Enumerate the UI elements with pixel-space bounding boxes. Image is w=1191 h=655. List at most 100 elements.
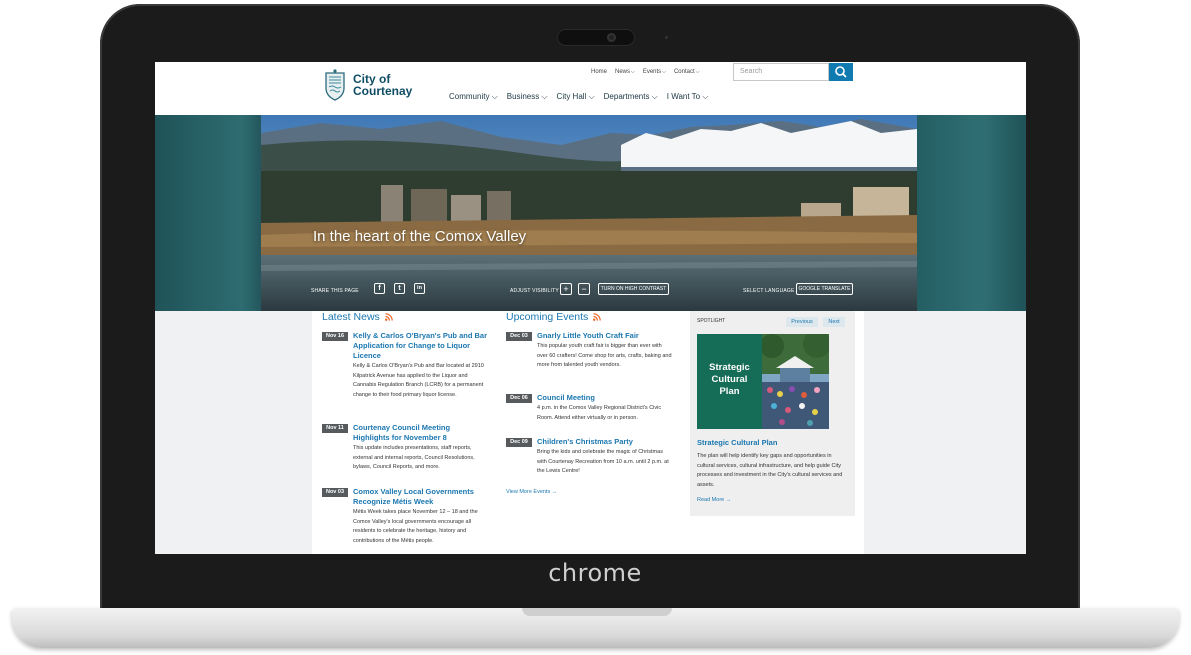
event-title[interactable]: Children's Christmas Party: [537, 437, 672, 447]
utility-nav-news[interactable]: News⌵: [615, 69, 635, 75]
date-badge: Dec 06: [506, 394, 532, 403]
news-title[interactable]: Comox Valley Local Governments Recognize…: [353, 487, 488, 507]
laptop-base: [12, 608, 1179, 648]
chevron-down-icon: ⌵: [695, 69, 700, 75]
main-nav-city-hall[interactable]: City Hall ⌵: [557, 92, 595, 102]
rss-icon[interactable]: [593, 313, 602, 321]
increase-text-button[interactable]: +: [560, 283, 572, 295]
chevron-down-icon: ⌵: [702, 92, 709, 101]
city-crest-icon: [323, 69, 347, 101]
webcam-indicator: [665, 36, 668, 39]
main-nav-departments[interactable]: Departments ⌵: [604, 92, 658, 102]
date-badge: Dec 03: [506, 332, 532, 341]
main-nav-community-label: Community: [449, 92, 490, 101]
view-more-events-link[interactable]: View More Events →: [506, 489, 557, 495]
date-badge: Dec 09: [506, 438, 532, 447]
main-nav-business-label: Business: [506, 92, 540, 101]
date-badge: Nov 11: [322, 424, 348, 433]
utility-nav-news-label: News: [615, 69, 631, 75]
main-nav-i-want-to-label: I Want To: [666, 92, 701, 101]
utility-nav-contact-label: Contact: [673, 69, 695, 75]
site-header: City of Courtenay Home News⌵ Events⌵ Con…: [155, 62, 1026, 115]
facebook-icon[interactable]: f: [374, 283, 385, 294]
main-content: Latest News Nov 16 Kelly & Carlos O'Brya…: [312, 311, 864, 554]
event-summary: 4 p.m. in the Comox Valley Regional Dist…: [537, 405, 662, 421]
high-contrast-button[interactable]: TURN ON HIGH CONTRAST: [598, 283, 669, 295]
spotlight-previous-button[interactable]: Previous: [786, 317, 818, 327]
event-item[interactable]: Dec 06 Council Meeting 4 p.m. in the Com…: [506, 393, 672, 423]
news-summary: Kelly & Carlos O'Bryan's Pub and Bar loc…: [353, 363, 484, 398]
crowd-photo: [762, 334, 829, 429]
utility-nav: Home News⌵ Events⌵ Contact⌵: [591, 69, 699, 75]
event-title[interactable]: Gnarly Little Youth Craft Fair: [537, 331, 672, 341]
main-nav-departments-label: Departments: [603, 92, 650, 101]
browser-screen: City of Courtenay Home News⌵ Events⌵ Con…: [155, 62, 1026, 554]
spotlight-image[interactable]: Strategic Cultural Plan: [697, 334, 829, 429]
event-summary: Bring the kids and celebrate the magic o…: [537, 449, 669, 474]
utility-nav-events-label: Events: [642, 69, 662, 75]
search-button[interactable]: [829, 63, 853, 81]
site-logo[interactable]: City of Courtenay: [323, 69, 412, 101]
main-nav: Community ⌵ Business ⌵ City Hall ⌵ Depar…: [449, 92, 708, 102]
news-item[interactable]: Nov 11 Courtenay Council Meeting Highlig…: [322, 423, 488, 473]
news-summary: Métis Week takes place November 12 – 18 …: [353, 509, 478, 544]
chevron-down-icon: ⌵: [541, 92, 548, 101]
chevron-down-icon: ⌵: [491, 92, 498, 101]
chevron-down-icon: ⌵: [631, 69, 635, 75]
visibility-label: ADJUST VISIBILITY: [510, 288, 559, 294]
event-item[interactable]: Dec 03 Gnarly Little Youth Craft Fair Th…: [506, 331, 672, 371]
spotlight-description: The plan will help identify key gaps and…: [697, 453, 843, 488]
news-title[interactable]: Kelly & Carlos O'Bryan's Pub and Bar App…: [353, 331, 488, 361]
event-title[interactable]: Council Meeting: [537, 393, 672, 403]
utility-nav-contact[interactable]: Contact⌵: [674, 69, 699, 75]
news-item[interactable]: Nov 16 Kelly & Carlos O'Bryan's Pub and …: [322, 331, 488, 400]
event-summary: This popular youth craft fair is bigger …: [537, 343, 672, 368]
spotlight-title[interactable]: Strategic Cultural Plan: [697, 438, 777, 447]
spotlight-image-text-line: Cultural: [711, 374, 748, 385]
main-nav-business[interactable]: Business ⌵: [507, 92, 548, 102]
spotlight-image-text-line: Plan: [719, 386, 740, 397]
laptop-brand-label: chrome: [548, 559, 642, 587]
decrease-text-button[interactable]: −: [578, 283, 590, 295]
spotlight-panel: SPOTLIGHT Previous Next Strategic Cultur…: [690, 311, 855, 516]
webcam: [557, 29, 635, 46]
upcoming-events-heading-text: Upcoming Events: [506, 311, 589, 323]
event-item[interactable]: Dec 09 Children's Christmas Party Bring …: [506, 437, 672, 477]
base-notch: [522, 608, 672, 616]
hero-title: In the heart of the Comox Valley: [313, 228, 527, 245]
date-badge: Nov 03: [322, 488, 348, 497]
chevron-down-icon: ⌵: [662, 69, 666, 75]
latest-news-heading: Latest News: [322, 311, 393, 323]
news-item[interactable]: Nov 03 Comox Valley Local Governments Re…: [322, 487, 488, 546]
hero-side-panel: [916, 115, 1026, 311]
date-badge: Nov 16: [322, 332, 348, 341]
share-label: SHARE THIS PAGE: [311, 288, 359, 294]
linkedin-icon[interactable]: in: [414, 283, 425, 294]
main-nav-city-hall-label: City Hall: [556, 92, 587, 101]
search-icon: [835, 66, 847, 78]
webcam-lens: [607, 33, 616, 42]
news-summary: This update includes presentations, staf…: [353, 445, 475, 470]
spotlight-read-more-link[interactable]: Read More →: [697, 497, 731, 503]
google-translate-button[interactable]: GOOGLE TRANSLATE: [796, 283, 853, 295]
spotlight-image-text: Strategic Cultural Plan: [697, 362, 762, 398]
latest-news-heading-text: Latest News: [322, 311, 380, 323]
language-label: SELECT LANGUAGE: [743, 288, 795, 294]
rss-icon[interactable]: [384, 313, 393, 321]
utility-nav-events[interactable]: Events⌵: [643, 69, 666, 75]
chevron-down-icon: ⌵: [651, 92, 658, 101]
utility-nav-home[interactable]: Home: [591, 69, 607, 75]
logo-line-2: Courtenay: [353, 84, 413, 98]
spotlight-label: SPOTLIGHT: [697, 318, 726, 324]
spotlight-next-button[interactable]: Next: [823, 317, 845, 327]
accessibility-bar: SHARE THIS PAGE f t in ADJUST VISIBILITY…: [261, 280, 917, 303]
hero-banner: In the heart of the Comox Valley SHARE T…: [155, 115, 1026, 311]
search-input[interactable]: Search: [733, 63, 829, 81]
upcoming-events-heading: Upcoming Events: [506, 311, 602, 323]
spotlight-image-text-line: Strategic: [709, 362, 750, 373]
chevron-down-icon: ⌵: [588, 92, 595, 101]
main-nav-i-want-to[interactable]: I Want To ⌵: [667, 92, 709, 102]
main-nav-community[interactable]: Community ⌵: [449, 92, 498, 102]
news-title[interactable]: Courtenay Council Meeting Highlights for…: [353, 423, 488, 443]
twitter-icon[interactable]: t: [394, 283, 405, 294]
